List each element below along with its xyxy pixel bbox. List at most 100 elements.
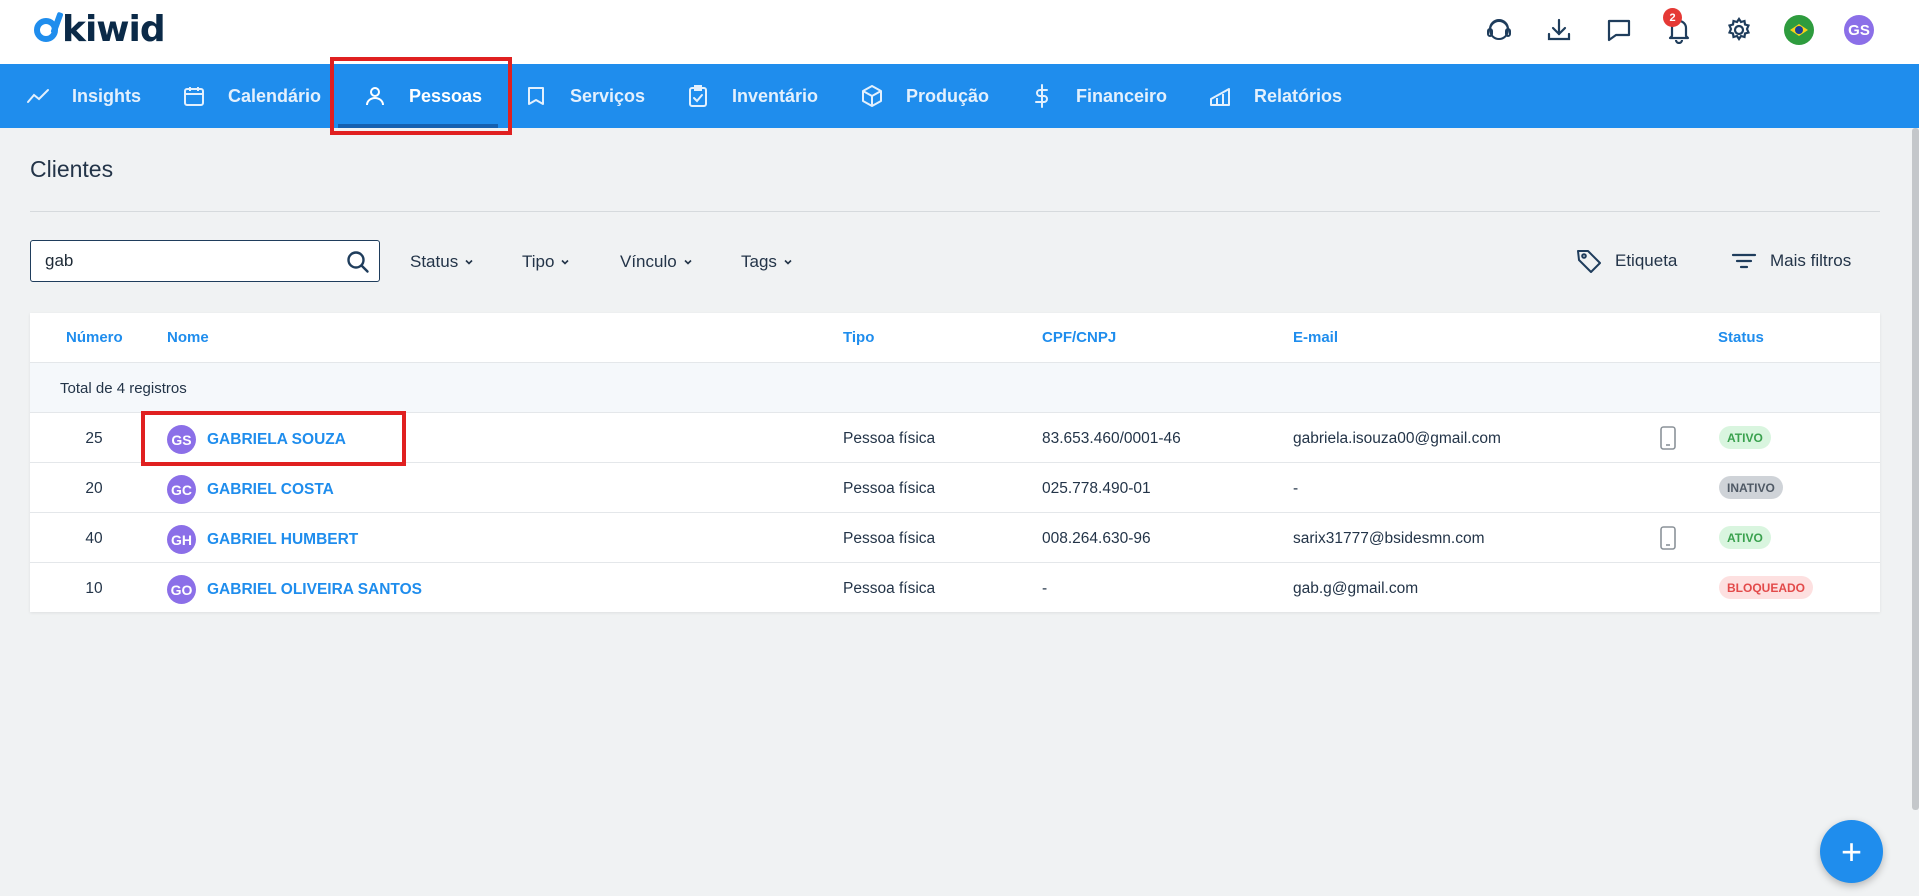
user-avatar[interactable]: GS	[1841, 12, 1877, 48]
row-tipo: Pessoa física	[843, 530, 936, 547]
avatar: GO	[167, 575, 196, 604]
row-tipo: Pessoa física	[843, 430, 936, 447]
row-cpf-cnpj: 83.653.460/0001-46	[1042, 430, 1181, 447]
mais-filtros-button[interactable]: Mais filtros	[1730, 246, 1851, 276]
column-header-email[interactable]: E-mail	[1293, 329, 1338, 346]
nav-item-producao[interactable]: Produção	[860, 64, 989, 128]
bell-icon[interactable]: 2	[1661, 8, 1697, 48]
row-number: 40	[85, 530, 103, 547]
row-email: sarix31777@bsidesmn.com	[1293, 530, 1485, 547]
clipboard-check-icon	[689, 85, 707, 107]
total-row: Total de 4 registros	[30, 363, 1880, 413]
nav-item-label: Financeiro	[1076, 85, 1168, 106]
mais-filtros-label: Mais filtros	[1770, 251, 1852, 270]
status-badge: INATIVO	[1719, 476, 1783, 499]
logo-text: kiwid	[62, 9, 166, 50]
phone-icon[interactable]	[1659, 425, 1677, 451]
tag-icon	[1577, 250, 1601, 273]
row-name-cell[interactable]: GH GABRIEL HUMBERT	[167, 525, 358, 554]
table-row[interactable]: 20 GC GABRIEL COSTA Pessoa física 025.77…	[30, 463, 1880, 513]
search-input[interactable]	[45, 249, 335, 273]
row-number: 20	[85, 480, 103, 497]
gear-icon[interactable]	[1721, 12, 1757, 48]
phone-icon[interactable]	[1659, 525, 1677, 551]
avatar: GH	[167, 525, 196, 554]
nav-item-inventario[interactable]: Inventário	[686, 64, 818, 128]
filter-label: Status	[410, 252, 459, 271]
avatar: GC	[167, 475, 196, 504]
row-tipo: Pessoa física	[843, 580, 936, 597]
kiwid-logo[interactable]: kiwid	[34, 9, 166, 50]
nav-item-servicos[interactable]: Serviços	[524, 64, 645, 128]
highlight-box-gabriela	[141, 411, 406, 466]
row-email: gab.g@gmail.com	[1293, 580, 1419, 597]
highlight-box-pessoas	[330, 57, 512, 135]
nav-item-calendario[interactable]: Calendário	[182, 64, 321, 128]
download-icon[interactable]	[1541, 12, 1577, 48]
main-nav: Insights Calendário Pessoas Serviços Inv…	[0, 64, 1919, 128]
nav-item-financeiro[interactable]: Financeiro	[1030, 64, 1167, 128]
header-divider	[30, 211, 1880, 212]
tooth-icon	[528, 87, 544, 105]
row-number: 10	[85, 580, 103, 597]
filter-lines-icon	[1731, 253, 1757, 269]
filter-vinculo[interactable]: Vínculo	[620, 250, 693, 274]
search-icon[interactable]	[345, 249, 371, 275]
page-title: Clientes	[30, 156, 114, 182]
chevron-down-icon	[684, 259, 692, 265]
status-badge: ATIVO	[1719, 426, 1771, 449]
client-name-link[interactable]: GABRIEL OLIVEIRA SANTOS	[207, 581, 422, 599]
row-email: gabriela.isouza00@gmail.com	[1293, 430, 1501, 447]
status-badge: ATIVO	[1719, 526, 1771, 549]
nav-item-label: Inventário	[732, 85, 819, 106]
row-number: 25	[85, 430, 103, 447]
nav-item-label: Produção	[906, 85, 990, 106]
chevron-down-icon	[784, 259, 792, 265]
etiqueta-label: Etiqueta	[1615, 251, 1678, 270]
row-tipo: Pessoa física	[843, 480, 936, 497]
client-name-link[interactable]: GABRIEL HUMBERT	[207, 531, 358, 549]
chevron-down-icon	[465, 259, 473, 265]
filter-tipo[interactable]: Tipo	[522, 250, 570, 274]
add-client-button[interactable]: +	[1820, 820, 1883, 883]
box-icon	[862, 85, 882, 107]
column-header-numero[interactable]: Número	[66, 329, 123, 346]
table-row[interactable]: 10 GO GABRIEL OLIVEIRA SANTOS Pessoa fís…	[30, 563, 1880, 613]
row-email: -	[1293, 480, 1299, 497]
filter-label: Vínculo	[620, 252, 677, 271]
filter-label: Tipo	[522, 252, 555, 271]
search-box	[30, 240, 380, 282]
chart-line-icon	[27, 89, 49, 103]
dollar-icon	[1035, 84, 1048, 108]
client-name-link[interactable]: GABRIEL COSTA	[207, 481, 334, 499]
filter-tags[interactable]: Tags	[741, 250, 793, 274]
headset-icon[interactable]	[1481, 12, 1517, 48]
table-row[interactable]: 40 GH GABRIEL HUMBERT Pessoa física 008.…	[30, 513, 1880, 563]
column-header-cpf-cnpj[interactable]: CPF/CNPJ	[1042, 329, 1116, 346]
scrollbar[interactable]	[1912, 128, 1919, 810]
nav-item-label: Serviços	[570, 85, 646, 106]
row-name-cell[interactable]: GC GABRIEL COSTA	[167, 475, 334, 504]
filter-label: Tags	[741, 252, 777, 271]
total-records-text: Total de 4 registros	[60, 380, 187, 397]
row-cpf-cnpj: 008.264.630-96	[1042, 530, 1151, 547]
column-header-tipo[interactable]: Tipo	[843, 329, 874, 346]
column-header-status[interactable]: Status	[1718, 329, 1764, 346]
nav-item-relatorios[interactable]: Relatórios	[1208, 64, 1342, 128]
row-cpf-cnpj: -	[1042, 580, 1048, 597]
table-header: Número Nome Tipo CPF/CNPJ E-mail Status	[30, 313, 1880, 363]
report-chart-icon	[1210, 88, 1230, 106]
chat-icon[interactable]	[1601, 12, 1637, 48]
nav-item-insights[interactable]: Insights	[26, 64, 141, 128]
etiqueta-button[interactable]: Etiqueta	[1575, 246, 1677, 276]
nav-item-label: Relatórios	[1254, 85, 1343, 106]
brazil-flag-icon[interactable]	[1781, 12, 1817, 48]
row-cpf-cnpj: 025.778.490-01	[1042, 480, 1151, 497]
top-icons: 2 GS	[1457, 8, 1877, 48]
row-name-cell[interactable]: GO GABRIEL OLIVEIRA SANTOS	[167, 575, 422, 604]
notification-badge: 2	[1663, 8, 1682, 27]
chevron-down-icon	[561, 259, 570, 265]
top-bar: kiwid 2 GS	[0, 0, 1919, 64]
column-header-nome[interactable]: Nome	[167, 329, 209, 346]
filter-status[interactable]: Status	[410, 250, 474, 274]
